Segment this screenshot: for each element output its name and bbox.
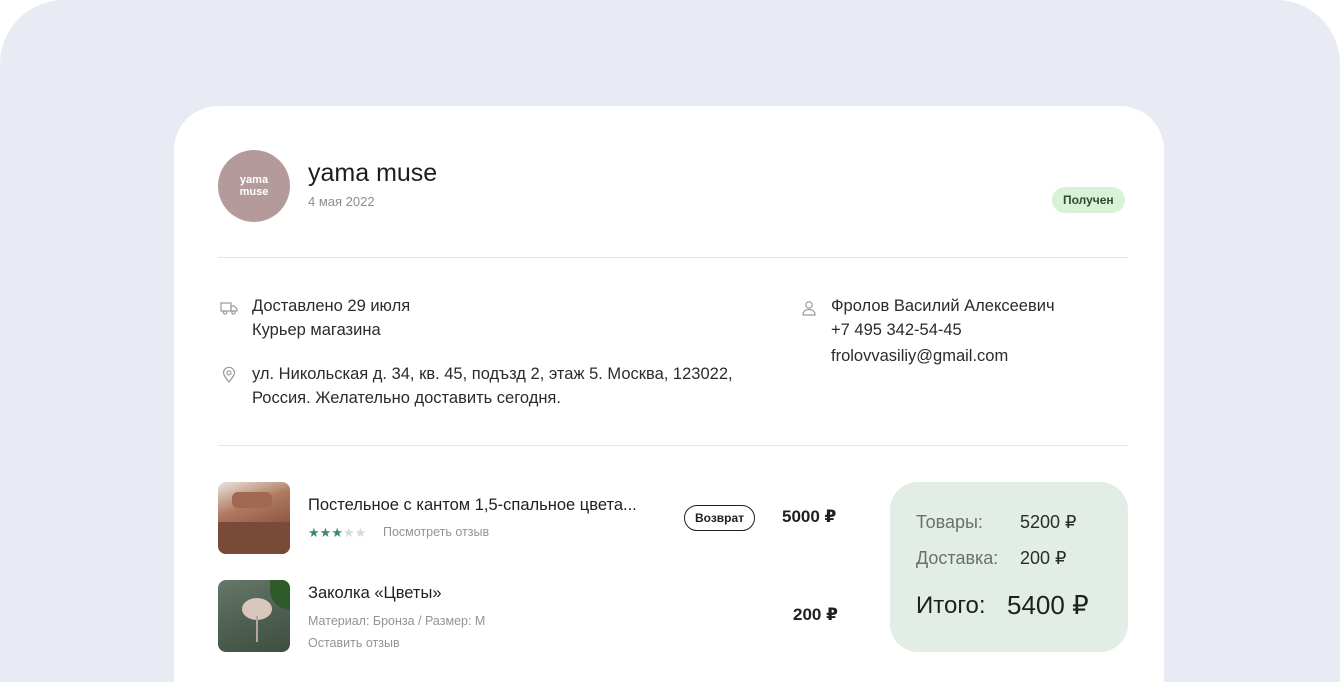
divider (218, 445, 1128, 446)
item-price: 200 ₽ (793, 605, 838, 624)
delivery-value: 200 ₽ (1020, 548, 1067, 568)
star-filled-icon: ★ (331, 525, 343, 540)
total-label: Итого: (916, 592, 986, 619)
delivery-address: ул. Никольская д. 34, кв. 45, подъзд 2, … (252, 362, 733, 410)
delivery-label: Доставка: (916, 548, 999, 568)
goods-value: 5200 ₽ (1020, 512, 1077, 532)
divider (218, 257, 1128, 258)
customer-name: Фролов Василий Алексеевич (831, 297, 1055, 315)
order-summary: Товары: 5200 ₽ Доставка: 200 ₽ Итого: 54… (890, 482, 1128, 652)
product-title[interactable]: Заколка «Цветы» (308, 584, 442, 603)
status-badge: Получен (1052, 187, 1125, 213)
store-logo-text: yama muse (239, 174, 269, 198)
location-pin-icon (222, 366, 236, 383)
order-card: yama muse yama muse 4 мая 2022 Получен Д… (174, 106, 1164, 682)
star-empty-icon: ★ (354, 525, 367, 540)
goods-label: Товары: (916, 512, 983, 532)
truck-icon (220, 302, 238, 315)
order-date: 4 мая 2022 (308, 194, 375, 209)
return-button[interactable]: Возврат (684, 505, 756, 531)
customer-info: Фролов Василий Алексеевич +7 495 342-54-… (831, 294, 1055, 368)
blanket-shape (218, 522, 290, 554)
customer-email[interactable]: frolovvasiliy@gmail.com (831, 344, 1055, 368)
pillow-shape (232, 492, 272, 508)
product-title[interactable]: Постельное с кантом 1,5-спальное цвета..… (308, 496, 637, 515)
product-image-bedding[interactable] (218, 482, 290, 554)
delivery-method: Курьер магазина (252, 321, 381, 339)
leaves-shape (270, 580, 290, 610)
delivery-date: Доставлено 29 июля (252, 297, 411, 315)
star-filled-icon: ★ (319, 525, 332, 540)
item-price: 5000 ₽ (782, 507, 837, 526)
stem-shape (256, 616, 258, 642)
view-review-link[interactable]: Посмотреть отзыв (383, 525, 489, 539)
star-empty-icon: ★ (342, 525, 355, 540)
customer-phone[interactable]: +7 495 342-54-45 (831, 318, 1055, 342)
rating-stars: ★★★★★ (308, 525, 366, 541)
product-image-hairpin[interactable] (218, 580, 290, 652)
star-filled-icon: ★ (308, 525, 320, 540)
leave-review-link[interactable]: Оставить отзыв (308, 636, 400, 650)
delivery-info: Доставлено 29 июля Курьер магазина (252, 294, 410, 342)
address-line-1: ул. Никольская д. 34, кв. 45, подъзд 2, … (252, 365, 733, 383)
store-name[interactable]: yama muse (308, 159, 437, 188)
total-value: 5400 ₽ (1007, 590, 1089, 620)
address-line-2: Россия. Желательно доставить сегодня. (252, 389, 561, 407)
product-details: Материал: Бронза / Размер: M (308, 614, 486, 628)
store-logo[interactable]: yama muse (218, 150, 290, 222)
user-icon (802, 301, 816, 316)
